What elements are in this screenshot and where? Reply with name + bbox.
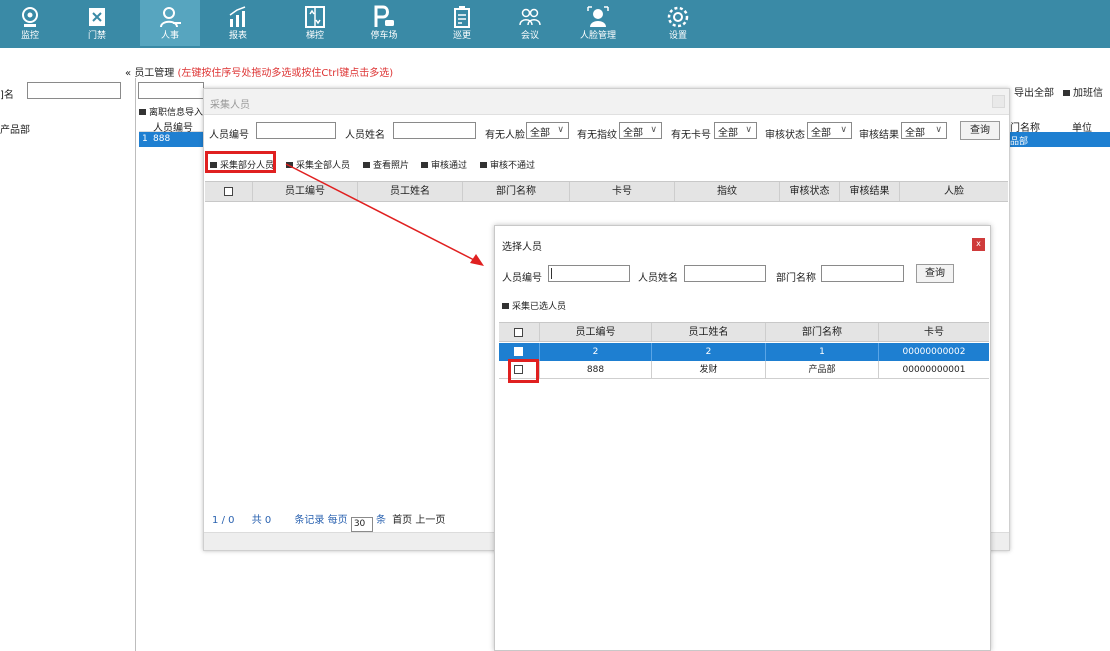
- cell-department: 产品部: [766, 361, 879, 379]
- text-cursor: [551, 268, 552, 279]
- filter-dept-input[interactable]: [821, 265, 904, 282]
- highlight-box: [508, 359, 539, 383]
- query-button[interactable]: 查询: [916, 264, 954, 283]
- cell-card: 00000000001: [902, 365, 966, 375]
- cell-employee-name: 2: [652, 343, 766, 361]
- table-row[interactable]: 2 2 1 00000000002: [499, 343, 989, 361]
- col-card[interactable]: 卡号: [879, 323, 989, 341]
- col-department[interactable]: 部门名称: [766, 323, 879, 341]
- filter-id-input[interactable]: [548, 265, 630, 282]
- filter-dept-label: 部门名称: [776, 273, 816, 284]
- checkbox[interactable]: [514, 328, 523, 337]
- filter-name-input[interactable]: [684, 265, 766, 282]
- cell-employee-id: 888: [540, 361, 652, 379]
- close-icon[interactable]: x: [972, 238, 985, 251]
- button-icon: [502, 303, 509, 309]
- cell-card: 00000000002: [902, 347, 966, 357]
- dialog-title: 选择人员: [502, 242, 542, 253]
- collect-selected-button[interactable]: 采集已选人员: [502, 299, 566, 312]
- cell-department: 1: [766, 343, 879, 361]
- select-personnel-dialog: 选择人员 x 人员编号 人员姓名 部门名称 查询 采集已选人员 员工编号 员工姓…: [494, 225, 991, 651]
- select-grid-header: 员工编号 员工姓名 部门名称 卡号: [499, 322, 989, 342]
- col-employee-name[interactable]: 员工姓名: [652, 323, 766, 341]
- filter-id-label: 人员编号: [502, 273, 542, 284]
- cell-employee-id: 2: [540, 343, 652, 361]
- cell-employee-name: 发财: [652, 361, 766, 379]
- checkbox[interactable]: [514, 347, 523, 356]
- header-select-all[interactable]: [499, 323, 540, 341]
- col-employee-id[interactable]: 员工编号: [540, 323, 652, 341]
- button-label: 采集已选人员: [512, 302, 567, 312]
- filter-name-label: 人员姓名: [638, 273, 678, 284]
- table-row[interactable]: 888 发财 产品部 00000000001: [499, 361, 989, 379]
